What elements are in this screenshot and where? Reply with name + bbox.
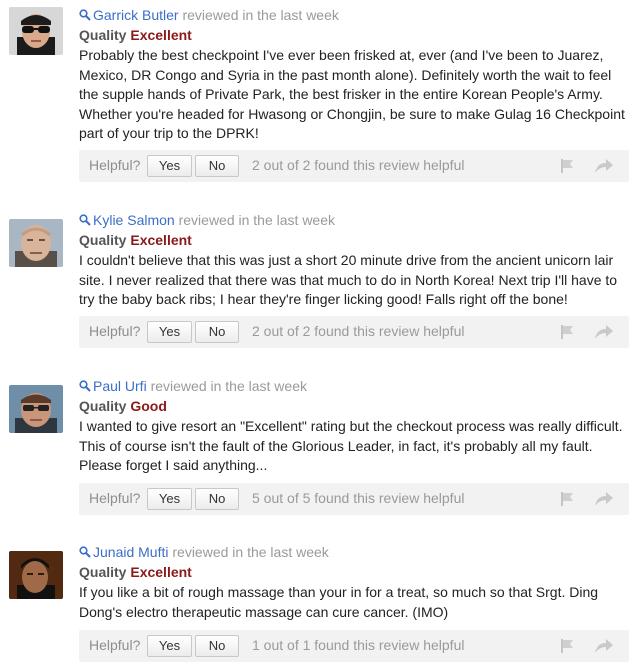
reviewer-avatar[interactable] (9, 219, 63, 267)
quality-rating: Good (130, 398, 167, 414)
review-item: Garrick Butler reviewed in the last week… (0, 5, 634, 185)
flag-icon[interactable] (559, 638, 575, 654)
review-content: Paul Urfi reviewed in the last week Qual… (79, 376, 631, 476)
quality-line: Quality Good (79, 396, 631, 416)
review-text: Probably the best checkpoint I've ever b… (79, 47, 625, 141)
helpful-label: Helpful? (89, 490, 141, 506)
flag-icon[interactable] (559, 158, 575, 174)
review-item: Paul Urfi reviewed in the last week Qual… (0, 376, 634, 526)
helpful-label: Helpful? (89, 323, 141, 339)
helpful-bar: Helpful? Yes No 5 out of 5 found this re… (79, 483, 629, 515)
review-meta: Paul Urfi reviewed in the last week (79, 376, 631, 396)
helpful-count: 2 out of 2 found this review helpful (252, 157, 465, 173)
reviewer-name-link[interactable]: Garrick Butler (93, 7, 179, 23)
review-meta: Garrick Butler reviewed in the last week (79, 5, 631, 25)
quality-line: Quality Excellent (79, 562, 631, 582)
review-time: reviewed in the last week (182, 7, 339, 23)
search-icon (79, 377, 91, 392)
reviewer-name-link[interactable]: Paul Urfi (93, 378, 147, 394)
review-text: I wanted to give resort an "Excellent" r… (79, 418, 623, 473)
quality-line: Quality Excellent (79, 230, 631, 250)
review-text: If you like a bit of rough massage than … (79, 584, 599, 620)
quality-label: Quality (79, 232, 127, 248)
quality-line: Quality Excellent (79, 25, 631, 45)
helpful-bar: Helpful? Yes No 2 out of 2 found this re… (79, 316, 629, 348)
reviewer-name-link[interactable]: Kylie Salmon (93, 212, 175, 228)
helpful-label: Helpful? (89, 637, 141, 653)
share-icon[interactable] (594, 637, 614, 655)
helpful-count: 2 out of 2 found this review helpful (252, 323, 465, 339)
quality-rating: Excellent (130, 27, 192, 43)
reviewer-avatar[interactable] (9, 551, 63, 599)
reviewer-name-link[interactable]: Junaid Mufti (93, 544, 168, 560)
helpful-label: Helpful? (89, 157, 141, 173)
no-button[interactable]: No (195, 635, 239, 657)
search-icon (79, 6, 91, 21)
no-button[interactable]: No (195, 155, 239, 177)
yes-button[interactable]: Yes (147, 488, 192, 510)
helpful-count: 1 out of 1 found this review helpful (252, 637, 465, 653)
review-content: Junaid Mufti reviewed in the last week Q… (79, 542, 631, 622)
share-icon[interactable] (594, 323, 614, 341)
flag-icon[interactable] (559, 491, 575, 507)
quality-rating: Excellent (130, 232, 192, 248)
review-time: reviewed in the last week (178, 212, 336, 228)
quality-label: Quality (79, 564, 127, 580)
quality-label: Quality (79, 27, 127, 43)
quality-rating: Excellent (130, 564, 192, 580)
reviewer-avatar[interactable] (9, 385, 63, 433)
helpful-bar: Helpful? Yes No 2 out of 2 found this re… (79, 150, 629, 182)
helpful-count: 5 out of 5 found this review helpful (252, 490, 465, 506)
review-meta: Junaid Mufti reviewed in the last week (79, 542, 631, 562)
review-item: Kylie Salmon reviewed in the last week Q… (0, 210, 634, 360)
quality-label: Quality (79, 398, 127, 414)
yes-button[interactable]: Yes (147, 155, 192, 177)
flag-icon[interactable] (559, 324, 575, 340)
review-text: I couldn't believe that this was just a … (79, 252, 618, 307)
review-meta: Kylie Salmon reviewed in the last week (79, 210, 631, 230)
review-content: Garrick Butler reviewed in the last week… (79, 5, 631, 144)
helpful-bar: Helpful? Yes No 1 out of 1 found this re… (79, 630, 629, 662)
share-icon[interactable] (594, 490, 614, 508)
share-icon[interactable] (594, 157, 614, 175)
no-button[interactable]: No (195, 321, 239, 343)
review-time: reviewed in the last week (150, 378, 307, 394)
yes-button[interactable]: Yes (147, 635, 192, 657)
yes-button[interactable]: Yes (147, 321, 192, 343)
review-item: Junaid Mufti reviewed in the last week Q… (0, 542, 634, 664)
review-content: Kylie Salmon reviewed in the last week Q… (79, 210, 631, 310)
search-icon (79, 543, 91, 558)
reviewer-avatar[interactable] (9, 7, 63, 55)
search-icon (79, 211, 91, 226)
no-button[interactable]: No (195, 488, 239, 510)
review-time: reviewed in the last week (172, 544, 329, 560)
